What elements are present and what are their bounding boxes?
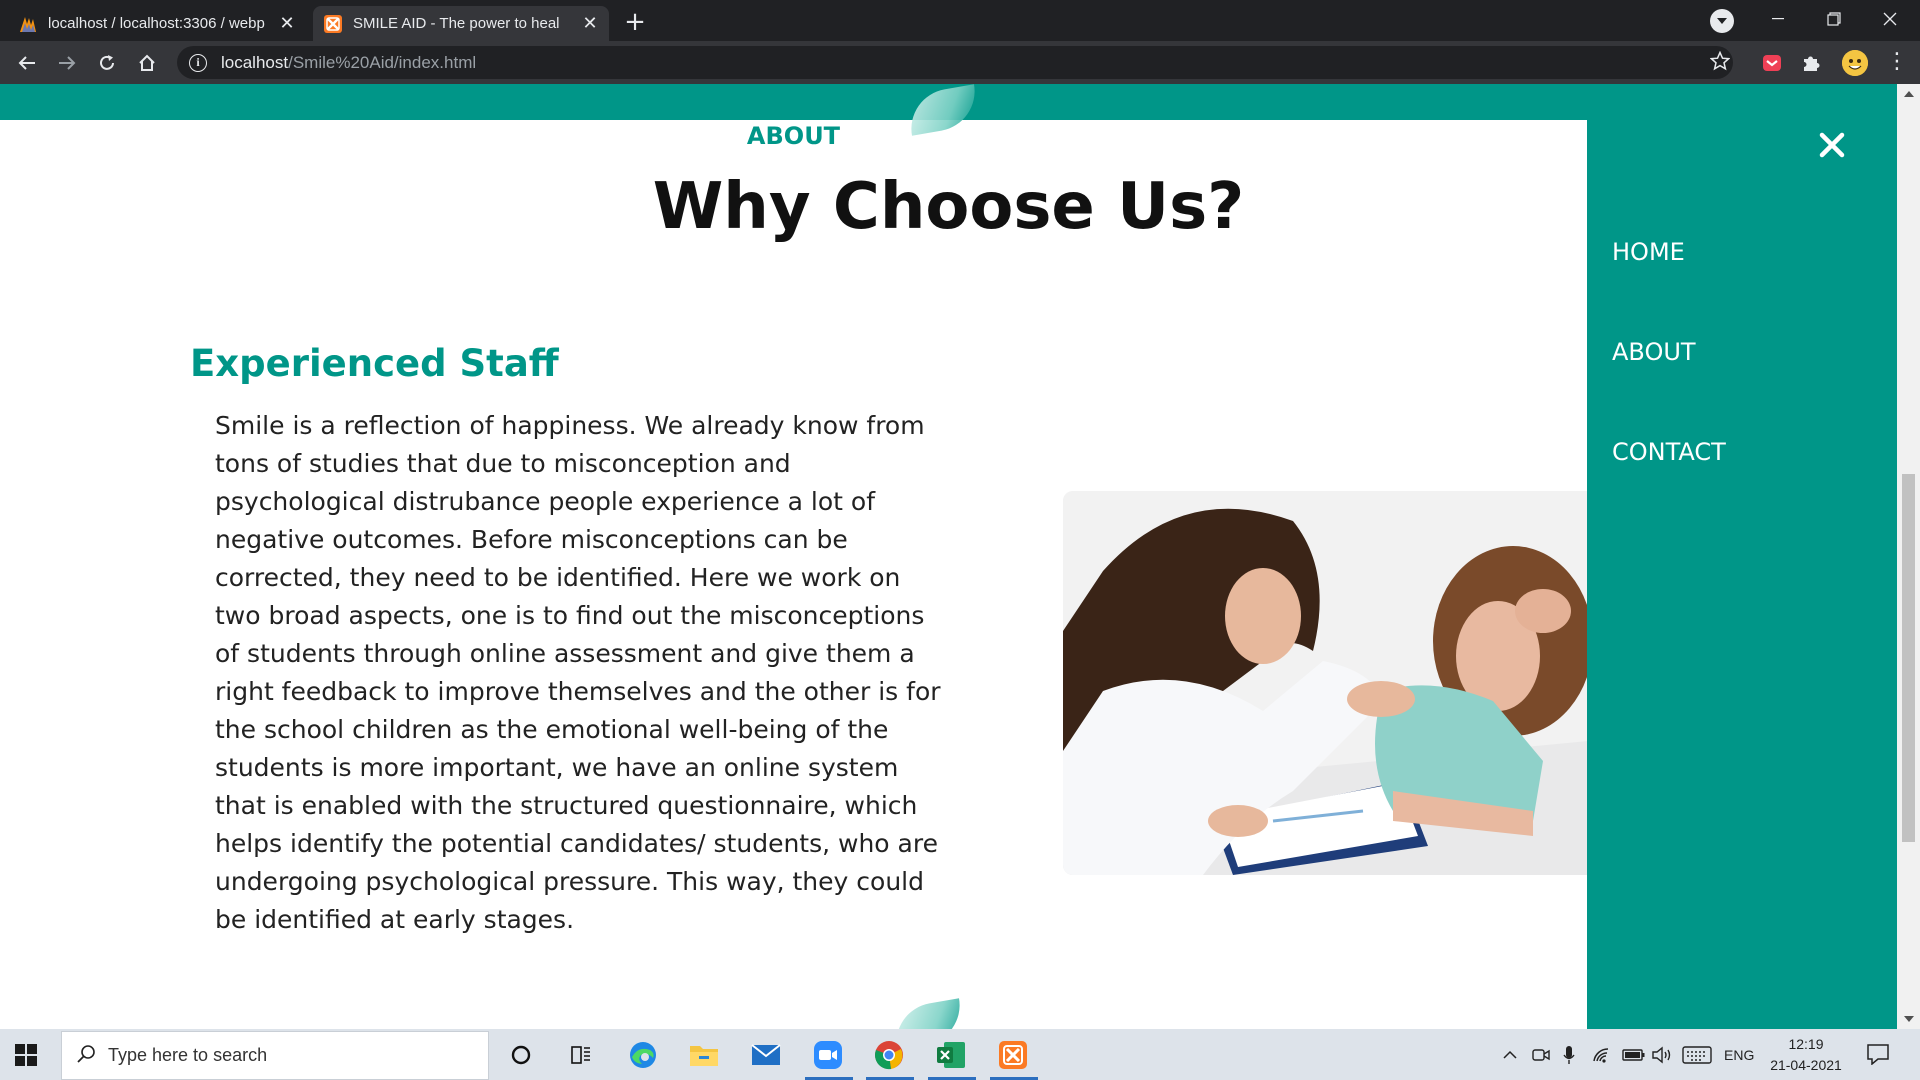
pocket-extension-icon[interactable] (1761, 52, 1783, 74)
cortana-icon[interactable] (506, 1040, 536, 1070)
leaf-decoration (890, 998, 966, 1029)
home-icon[interactable] (134, 50, 160, 76)
tab-phpmyadmin[interactable]: localhost / localhost:3306 / webp ✕ (8, 6, 306, 41)
chrome-icon[interactable] (874, 1040, 904, 1070)
xampp-icon[interactable] (998, 1040, 1028, 1070)
task-view-icon[interactable] (566, 1040, 596, 1070)
scroll-up-arrow-icon[interactable] (1904, 91, 1914, 97)
keyboard-icon[interactable] (1682, 1029, 1712, 1080)
excel-icon[interactable] (936, 1040, 966, 1070)
scroll-thumb[interactable] (1902, 474, 1915, 842)
tray-chevron-icon[interactable] (1502, 1029, 1518, 1080)
url-text: localhost/Smile%20Aid/index.html (221, 52, 477, 72)
clock-date: 21-04-2021 (1770, 1057, 1842, 1073)
xampp-icon (323, 14, 343, 34)
search-icon (76, 1044, 96, 1068)
menu-item-contact[interactable]: CONTACT (1612, 438, 1726, 466)
windows-taskbar: Type here to search ENG 12:19 21-04-2021 (0, 1029, 1920, 1080)
minimize-icon[interactable] (1750, 0, 1805, 38)
zoom-icon[interactable] (813, 1040, 843, 1070)
wifi-icon[interactable] (1592, 1029, 1612, 1080)
about-paragraph: Smile is a reflection of happiness. We a… (215, 411, 941, 934)
scroll-down-arrow-icon[interactable] (1904, 1016, 1914, 1022)
close-icon[interactable]: ✕ (581, 14, 599, 33)
mail-icon[interactable] (751, 1040, 781, 1070)
microphone-icon[interactable] (1563, 1029, 1575, 1080)
side-menu: HOME ABOUT CONTACT (1587, 120, 1897, 1029)
search-placeholder: Type here to search (108, 1045, 268, 1065)
file-explorer-icon[interactable] (689, 1040, 719, 1070)
menu-kebab-icon[interactable]: ⋮ (1886, 51, 1908, 73)
notifications-icon[interactable] (1866, 1043, 1890, 1066)
address-bar[interactable]: i localhost/Smile%20Aid/index.html (177, 46, 1733, 79)
page-viewport: ABOUT Why Choose Us? Experienced Staff S… (0, 84, 1920, 1029)
taskbar-clock[interactable]: 12:19 21-04-2021 (1764, 1034, 1848, 1076)
back-icon[interactable] (14, 50, 40, 76)
info-icon[interactable]: i (189, 53, 207, 72)
taskbar-search-input[interactable]: Type here to search (61, 1031, 489, 1080)
tab-smile-aid[interactable]: SMILE AID - The power to heal ✕ (313, 6, 609, 41)
doctor-patient-image (1063, 491, 1588, 875)
menu-item-about[interactable]: ABOUT (1612, 338, 1696, 366)
browser-toolbar: i localhost/Smile%20Aid/index.html ⋮ (0, 41, 1920, 84)
clock-time: 12:19 (1788, 1036, 1824, 1052)
profile-avatar[interactable] (1842, 50, 1868, 76)
forward-icon[interactable] (54, 50, 80, 76)
edge-browser-icon[interactable] (628, 1040, 658, 1070)
meet-now-icon[interactable] (1532, 1029, 1550, 1080)
window-close-icon[interactable] (1862, 0, 1917, 38)
battery-icon[interactable] (1622, 1029, 1646, 1080)
bookmark-star-icon[interactable] (1709, 50, 1731, 75)
section-label: ABOUT (746, 122, 841, 150)
page-scrollbar[interactable] (1897, 84, 1920, 1029)
section-heading: Experienced Staff (190, 342, 559, 385)
close-icon[interactable] (1815, 128, 1849, 162)
tab-search-icon[interactable] (1710, 9, 1734, 33)
volume-icon[interactable] (1652, 1029, 1674, 1080)
windows-start-icon[interactable] (14, 1043, 38, 1067)
new-tab-button[interactable]: + (620, 8, 650, 38)
menu-item-home[interactable]: HOME (1612, 238, 1685, 266)
close-icon[interactable]: ✕ (278, 14, 296, 33)
phpmyadmin-icon (18, 14, 38, 34)
tab-title: SMILE AID - The power to heal (353, 15, 560, 32)
restore-icon[interactable] (1806, 0, 1861, 38)
language-indicator[interactable]: ENG (1724, 1029, 1754, 1080)
reload-icon[interactable] (94, 50, 120, 76)
browser-tab-strip: localhost / localhost:3306 / webp ✕ SMIL… (0, 0, 1920, 41)
extensions-puzzle-icon[interactable] (1800, 52, 1822, 74)
tab-title: localhost / localhost:3306 / webp (48, 15, 265, 32)
